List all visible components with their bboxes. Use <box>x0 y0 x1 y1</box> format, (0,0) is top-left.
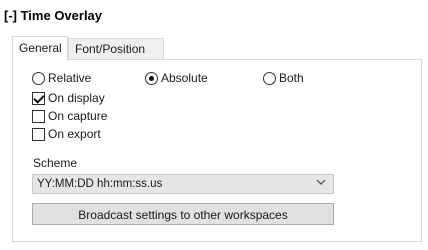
checkbox-on-display-label: On display <box>48 91 105 105</box>
checkbox-on-export-label: On export <box>48 127 101 141</box>
scheme-select[interactable]: YY:MM:DD hh:mm:ss.us <box>32 174 334 194</box>
radio-relative-label: Relative <box>48 71 92 85</box>
radio-both-label: Both <box>279 71 304 85</box>
radio-both-indicator <box>263 71 276 85</box>
tab-general[interactable]: General <box>12 36 68 61</box>
checkbox-on-export-box <box>32 127 45 141</box>
section-title[interactable]: [-] Time Overlay <box>4 8 102 23</box>
checkbox-on-display[interactable]: On display <box>32 90 105 106</box>
tab-font-position[interactable]: Font/Position <box>68 38 164 60</box>
checkbox-on-export[interactable]: On export <box>32 126 101 142</box>
general-panel: Relative Absolute Both On display On cap… <box>12 59 422 242</box>
radio-both[interactable]: Both <box>263 70 304 86</box>
scheme-select-value: YY:MM:DD hh:mm:ss.us <box>37 178 163 190</box>
radio-absolute-label: Absolute <box>161 71 208 85</box>
chevron-down-icon <box>316 179 326 185</box>
broadcast-settings-button[interactable]: Broadcast settings to other workspaces <box>32 203 334 225</box>
scheme-label: Scheme <box>33 156 78 170</box>
radio-absolute[interactable]: Absolute <box>145 70 208 86</box>
checkbox-on-capture[interactable]: On capture <box>32 108 107 124</box>
radio-absolute-indicator <box>145 71 158 85</box>
checkbox-on-display-box <box>32 91 45 105</box>
checkbox-on-capture-box <box>32 109 45 123</box>
checkbox-on-capture-label: On capture <box>48 109 108 123</box>
radio-relative[interactable]: Relative <box>32 70 91 86</box>
radio-relative-indicator <box>32 71 45 85</box>
